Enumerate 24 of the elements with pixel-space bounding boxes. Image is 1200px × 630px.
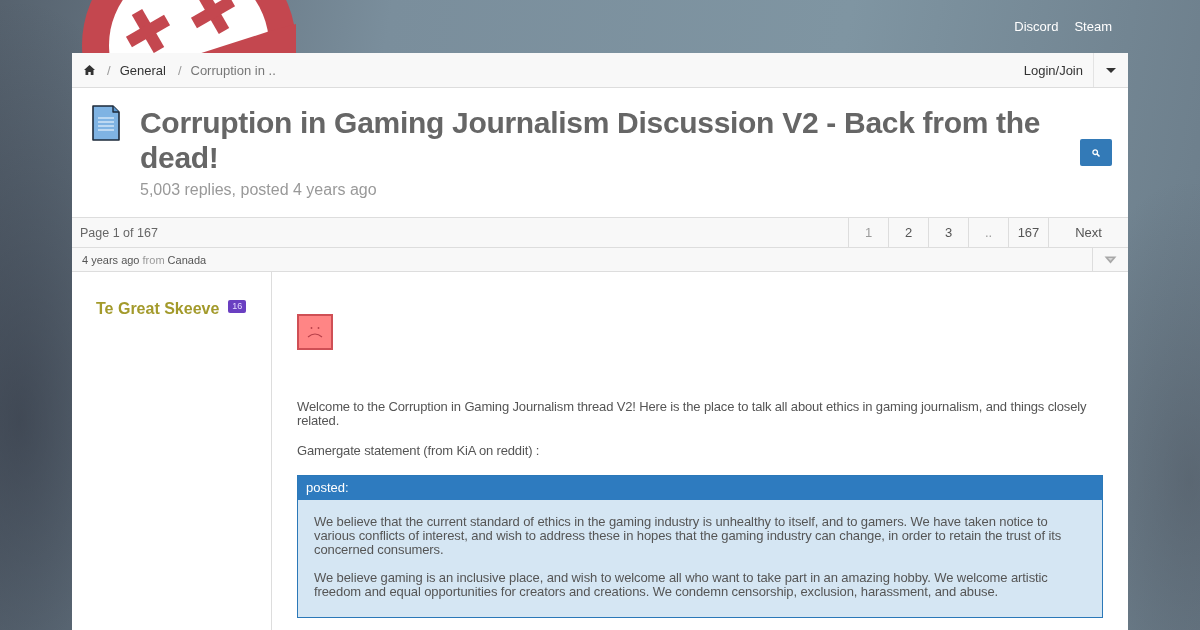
quote-paragraph: We believe gaming is an inclusive place, and wish to welcome all who want to take part in an amazing hobby. We welcome artistic freedom and equal opportunities for creators and creations. We condemn censorship, exclusion, harassment, and abuse. <box>314 571 1049 599</box>
nav-link[interactable]: Discord <box>1014 19 1059 34</box>
user-badge: 16 <box>228 300 247 313</box>
breadcrumb-separator: / <box>107 62 111 78</box>
breadcrumb-link[interactable]: General <box>119 62 166 78</box>
page-summary: Page 1 of 167 <box>79 225 158 240</box>
home-icon[interactable] <box>84 65 95 75</box>
search-button[interactable] <box>1080 139 1112 166</box>
breadcrumb-separator: / <box>177 62 182 78</box>
breadcrumb-link[interactable]: Corruption in .. <box>190 62 276 78</box>
quote-header: posted: <box>298 476 1102 500</box>
document-icon <box>92 105 120 141</box>
post-meta: 4 years ago from Canada <box>81 253 207 266</box>
sad-face-avatar-icon <box>297 314 333 350</box>
search-icon <box>1092 148 1100 157</box>
quote-paragraph: We believe that the current standard of ethics in the gaming industry is unhealthy to itself, and to gamers. We have taken notice to various conflicts of interest, and wish to address these in hopes that the gaming industry can change, in order to retain the trust of its concerned consumers. <box>314 515 1063 557</box>
post-paragraph: Gamergate statement (from KiA on reddit) : <box>297 444 541 458</box>
nav-link[interactable]: Steam <box>1074 19 1112 34</box>
caret-down-icon <box>1104 255 1117 264</box>
post-paragraph: Welcome to the Corruption in Gaming Journalism thread V2! Here is the place to talk all about ethics in gaming journalism, and things closely related. <box>297 400 1088 428</box>
thread-stats: 5,003 replies, posted 4 years ago <box>140 180 378 200</box>
caret-down-icon <box>1106 67 1116 73</box>
thread-title: Corruption in Gaming Journalism Discussion V2 - Back from the dead! <box>140 105 1042 175</box>
login-link[interactable]: Login/Join <box>1013 53 1093 87</box>
